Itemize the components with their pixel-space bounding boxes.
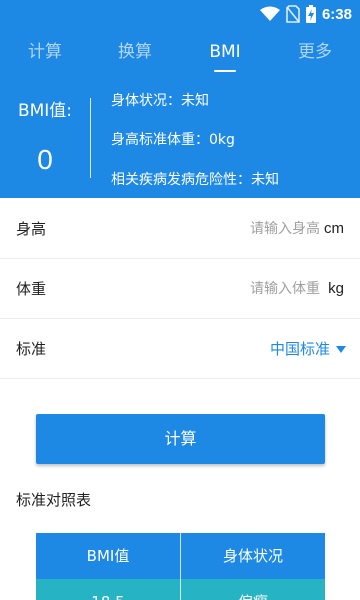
weight-label: 体重 (16, 280, 47, 298)
standard-row: 标准 中国标准 (0, 319, 360, 379)
tab-bmi[interactable]: BMI (180, 38, 270, 74)
table-row: 18.5 偏瘦 (36, 579, 325, 600)
wifi-icon (259, 6, 280, 21)
table-cell-bmi: 18.5 (36, 579, 180, 600)
reference-table-title: 标准对照表 (16, 491, 92, 509)
standard-label: 标准 (16, 340, 47, 358)
tab-convert[interactable]: 换算 (90, 38, 180, 74)
weight-input[interactable] (200, 275, 320, 303)
calculate-button[interactable]: 计算 (36, 414, 325, 464)
height-row: 身高 cm (0, 199, 360, 259)
bmi-value: 0 (37, 144, 53, 175)
height-unit: cm (324, 220, 344, 237)
status-bar: 6:38 (0, 0, 360, 28)
clock: 6:38 (321, 5, 352, 23)
standard-weight-text: 身高标准体重：0kg (111, 132, 235, 148)
column-header-bmi: BMI值 (86, 547, 130, 565)
disease-risk-text: 相关疾病发病危险性：未知 (111, 172, 279, 188)
status-icons: 6:38 (259, 4, 352, 24)
body-status-text: 身体状况：未知 (111, 93, 209, 109)
result-divider (90, 98, 91, 178)
standard-selected-value: 中国标准 (269, 340, 330, 358)
tab-more[interactable]: 更多 (270, 38, 360, 74)
tab-calculate[interactable]: 计算 (0, 38, 90, 74)
table-cell-status: 偏瘦 (180, 579, 325, 600)
standard-select[interactable]: 中国标准 (270, 319, 346, 379)
weight-row: 体重 kg (0, 259, 360, 319)
reference-table: BMI值 身体状况 18.5 偏瘦 (36, 533, 325, 600)
weight-unit: kg (328, 280, 344, 297)
bmi-label: BMI值: (17, 101, 73, 121)
no-sim-icon (286, 5, 300, 23)
battery-charging-icon (305, 5, 316, 23)
column-header-status: 身体状况 (180, 533, 325, 579)
app-header: 6:38 计算 换算 BMI 更多 BMI值: 0 身体状况：未知 身高标准体重… (0, 0, 360, 198)
table-header: BMI值 身体状况 (36, 533, 325, 579)
height-label: 身高 (16, 220, 47, 238)
dropdown-triangle-icon (336, 345, 346, 353)
height-input[interactable] (200, 215, 320, 243)
tab-bar: 计算 换算 BMI 更多 (0, 38, 360, 74)
